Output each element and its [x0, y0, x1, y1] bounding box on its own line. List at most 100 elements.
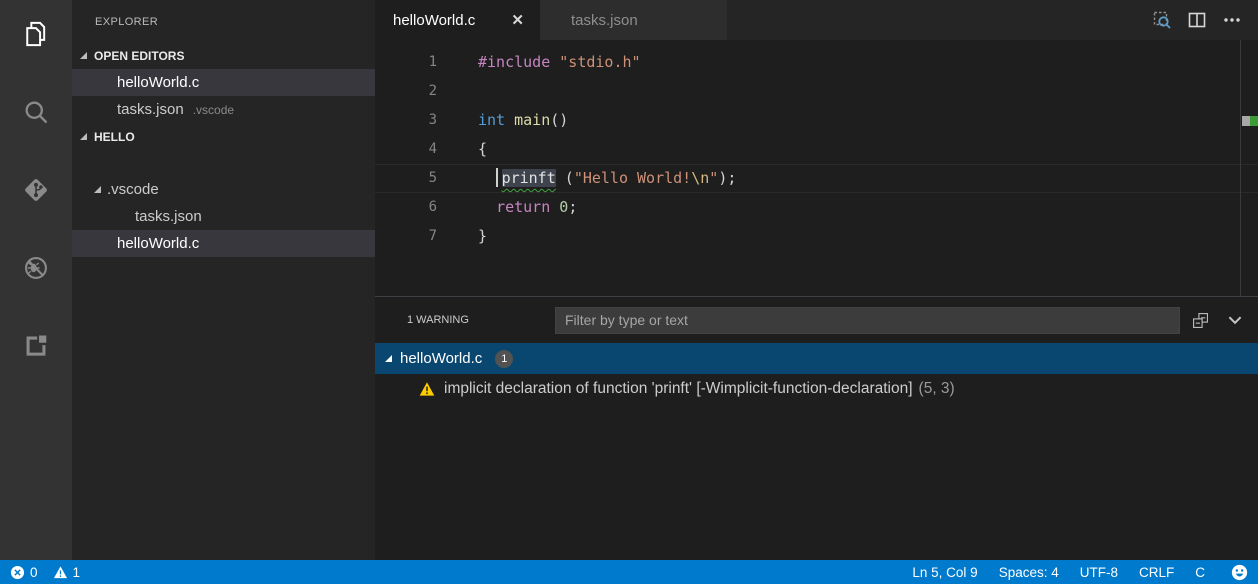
- code-token: );: [718, 169, 736, 187]
- more-actions-icon[interactable]: [1222, 10, 1242, 30]
- code-line-1[interactable]: 1#include "stdio.h": [375, 48, 1258, 77]
- activity-bar-item-explorer[interactable]: [12, 10, 60, 58]
- tree-item-label: tasks.json: [117, 101, 184, 118]
- problems-file-label: helloWorld.c: [400, 350, 482, 367]
- tree-item-tasks-json[interactable]: tasks.json: [72, 203, 375, 230]
- split-editor-icon[interactable]: [1187, 10, 1207, 30]
- code-editor[interactable]: 1#include "stdio.h"23int main()4{5 prinf…: [375, 40, 1258, 296]
- problems-count-badge: 1: [495, 350, 513, 368]
- code-token: [550, 53, 559, 71]
- chevron-down-icon[interactable]: [1226, 311, 1244, 329]
- code-token: int: [478, 111, 505, 129]
- vscode-window: EXPLORER OPEN EDITORShelloWorld.ctasks.j…: [0, 0, 1258, 560]
- status-count-value: 1: [73, 565, 81, 580]
- problem-message: implicit declaration of function 'prinft…: [444, 380, 913, 398]
- line-content: int main(): [437, 106, 568, 135]
- code-line-5[interactable]: 5 prinft ("Hello World!\n");: [375, 164, 1258, 193]
- status-item-c[interactable]: C: [1195, 565, 1205, 580]
- overview-marker-warning: [1250, 116, 1258, 126]
- tree-item-label: tasks.json: [135, 208, 202, 225]
- problems-filter-input[interactable]: [555, 307, 1180, 334]
- tree-item-tasks-json[interactable]: tasks.json .vscode: [72, 96, 375, 123]
- status-item-crlf[interactable]: CRLF: [1139, 565, 1174, 580]
- error-icon: [10, 565, 25, 580]
- overview-ruler[interactable]: [1240, 40, 1258, 296]
- search-icon: [22, 98, 50, 126]
- tabs-container: helloWorld.c ✕ tasks.json: [375, 0, 727, 40]
- line-number: 7: [375, 222, 437, 251]
- status-item-ln-5-col-9[interactable]: Ln 5, Col 9: [912, 565, 977, 580]
- twisty-icon: [385, 355, 392, 362]
- status-item-spaces-4[interactable]: Spaces: 4: [999, 565, 1059, 580]
- tree-item-helloWorld-c[interactable]: helloWorld.c: [72, 230, 375, 257]
- code-line-2[interactable]: 2: [375, 77, 1258, 106]
- close-icon[interactable]: ✕: [511, 11, 524, 29]
- line-content: prinft ("Hello World!\n");: [437, 164, 736, 193]
- debug-icon: [22, 254, 50, 282]
- git-icon: [22, 176, 50, 204]
- code-token: \n: [691, 169, 709, 187]
- collapse-all-icon[interactable]: [1192, 312, 1209, 329]
- code-line-4[interactable]: 4{: [375, 135, 1258, 164]
- code-token: (): [550, 111, 568, 129]
- line-content: [437, 77, 478, 106]
- twisty-icon: [80, 133, 87, 140]
- code-line-3[interactable]: 3int main(): [375, 106, 1258, 135]
- misspelled-token: prinft: [502, 169, 556, 187]
- line-number: 2: [375, 77, 437, 106]
- overview-marker-highlight: [1242, 116, 1250, 126]
- extensions-icon: [22, 332, 50, 360]
- tree-item-helloWorld-c[interactable]: helloWorld.c: [72, 69, 375, 96]
- code-area: 1#include "stdio.h"23int main()4{5 prinf…: [375, 40, 1258, 251]
- tree-item-label: helloWorld.c: [117, 74, 199, 91]
- section-header-hello[interactable]: HELLO: [72, 123, 375, 150]
- tab-tasks-json[interactable]: tasks.json: [540, 0, 727, 40]
- tree-item-label: helloWorld.c: [117, 235, 199, 252]
- tree-item-label: .vscode: [107, 181, 159, 198]
- line-number: 4: [375, 135, 437, 164]
- files-icon: [22, 20, 50, 48]
- twisty-icon: [94, 186, 101, 193]
- code-token: }: [478, 227, 487, 245]
- code-line-7[interactable]: 7}: [375, 222, 1258, 251]
- explorer-sidebar: EXPLORER OPEN EDITORShelloWorld.ctasks.j…: [72, 0, 375, 560]
- line-content: {: [437, 135, 487, 164]
- warning-icon: [419, 381, 444, 397]
- text-cursor: [496, 168, 498, 187]
- status-bar-left: 01: [10, 565, 90, 580]
- status-error-count[interactable]: 0: [10, 565, 38, 580]
- activity-bar-item-source-control[interactable]: [12, 166, 60, 214]
- problem-row[interactable]: implicit declaration of function 'prinft…: [375, 374, 1258, 404]
- problems-file-row[interactable]: helloWorld.c 1: [375, 343, 1258, 374]
- tab-label: tasks.json: [571, 12, 638, 29]
- tab-helloWorld-c[interactable]: helloWorld.c ✕: [375, 0, 540, 40]
- status-item-utf-8[interactable]: UTF-8: [1080, 565, 1118, 580]
- problems-panel: 1 WARNING helloWorld.c 1 implicit declar…: [375, 296, 1258, 560]
- tab-label: helloWorld.c: [393, 12, 475, 29]
- code-line-6[interactable]: 6 return 0;: [375, 193, 1258, 222]
- status-count-value: 0: [30, 565, 38, 580]
- smiley-icon[interactable]: [1231, 564, 1248, 581]
- activity-bar-item-debug[interactable]: [12, 244, 60, 292]
- code-token: [505, 111, 514, 129]
- activity-bar-item-extensions[interactable]: [12, 322, 60, 370]
- code-token: 0: [559, 198, 568, 216]
- code-token: ": [709, 169, 718, 187]
- panel-header-icons: [1192, 311, 1244, 329]
- code-token: return: [496, 198, 550, 216]
- explorer-sections: OPEN EDITORS helloWorld.c tasks.json .vscod…: [72, 42, 375, 257]
- status-bar: 01 Ln 5, Col 9Spaces: 4UTF-8CRLFC: [0, 560, 1258, 584]
- section-header-open-editors[interactable]: OPEN EDITORS: [72, 42, 375, 69]
- search-preview-icon[interactable]: [1152, 10, 1172, 30]
- activity-bar-item-search[interactable]: [12, 88, 60, 136]
- code-token: #include: [478, 53, 550, 71]
- line-content: #include "stdio.h": [437, 48, 641, 77]
- tree-item--vscode[interactable]: .vscode: [72, 176, 375, 203]
- warning-icon: [53, 565, 68, 580]
- status-warning-count[interactable]: 1: [53, 565, 81, 580]
- problems-list: implicit declaration of function 'prinft…: [375, 374, 1258, 404]
- code-token: (: [556, 169, 574, 187]
- code-token: [478, 169, 496, 187]
- code-token: main: [514, 111, 550, 129]
- tree-item-detail: .vscode: [193, 103, 234, 117]
